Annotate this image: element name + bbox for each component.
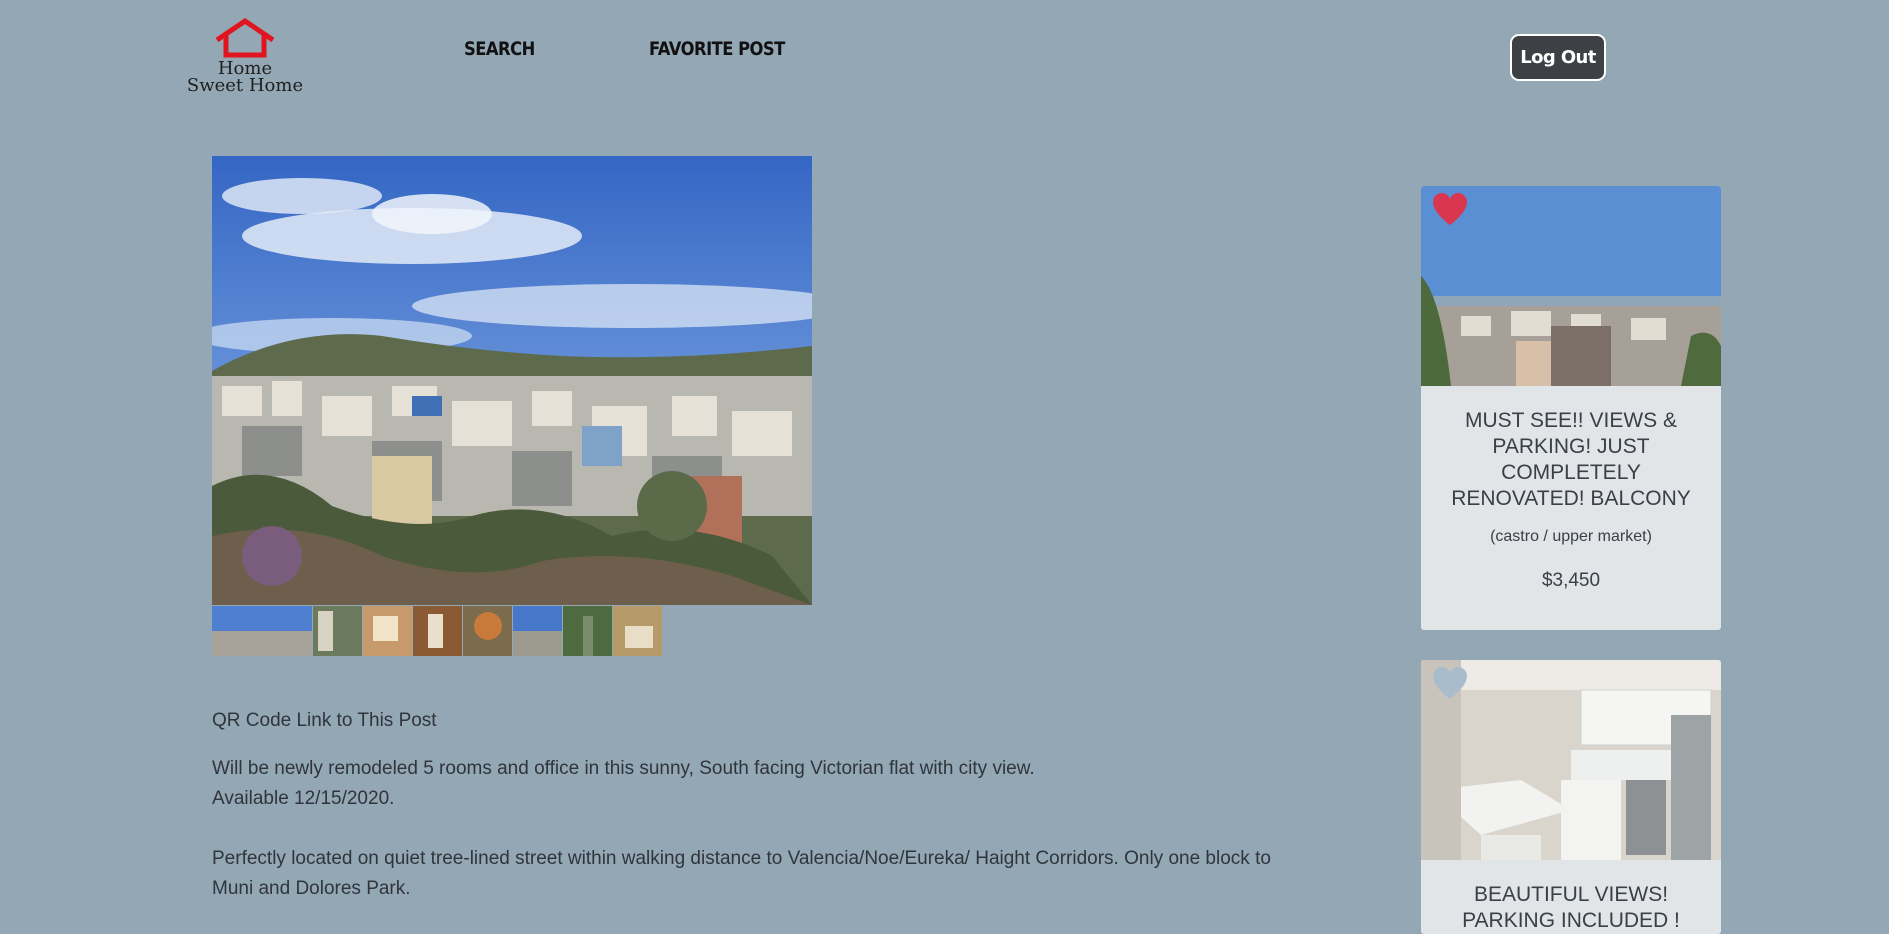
home-logo[interactable]: Home Sweet Home [186,18,304,96]
thumbnail[interactable] [613,606,662,656]
thumbnail[interactable] [413,606,462,656]
heart-shape [1433,193,1467,225]
main-listing-photo [212,156,812,605]
listing-card-title: MUST SEE!! VIEWS & PARKING! JUST COMPLET… [1451,409,1691,510]
listing-card-price: $3,450 [1541,570,1601,591]
description-line: Available 12/15/2020. [212,788,395,809]
description-line: Perfectly located on quiet tree-lined st… [212,848,1271,899]
nav-search[interactable]: SEARCH [464,38,535,60]
thumbnail[interactable] [313,606,362,656]
thumbnail-strip [212,606,663,656]
thumbnail[interactable] [463,606,512,656]
heart-shape [1433,667,1467,699]
description-line: Will be newly remodeled 5 rooms and offi… [212,758,1035,779]
house-icon [215,18,275,58]
thumbnail[interactable] [363,606,412,656]
favorite-heart-icon[interactable] [1431,192,1469,226]
logo-text-sweet-home: Sweet Home [186,75,304,96]
thumbnail[interactable] [563,606,612,656]
thumbnail[interactable] [212,606,312,656]
listing-card-image [1421,186,1721,386]
listing-card[interactable]: BEAUTIFUL VIEWS! PARKING INCLUDED ! [1421,660,1721,934]
listing-card-title: BEAUTIFUL VIEWS! PARKING INCLUDED ! [1462,883,1680,932]
favorite-heart-icon[interactable] [1431,666,1469,700]
listing-card-location: (castro / upper market) [1490,528,1652,545]
listing-card[interactable]: MUST SEE!! VIEWS & PARKING! JUST COMPLET… [1421,186,1721,630]
logout-button[interactable]: Log Out [1510,34,1606,81]
listing-card-image [1421,660,1721,860]
nav-favorite-post[interactable]: FAVORITE POST [649,38,785,60]
post-description: Will be newly remodeled 5 rooms and offi… [212,754,1312,904]
thumbnail[interactable] [513,606,562,656]
qr-code-link[interactable]: QR Code Link to This Post [212,710,437,732]
